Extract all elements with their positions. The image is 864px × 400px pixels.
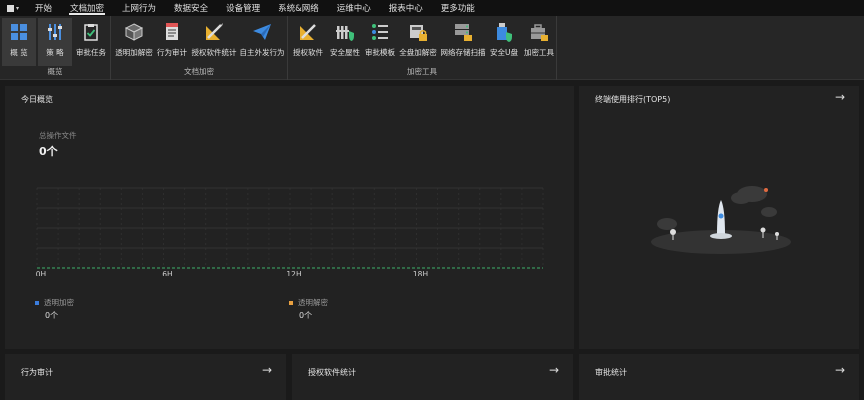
legend-transparent-decrypt: 透明解密: [289, 297, 328, 308]
menu-tab-more[interactable]: 更多功能: [432, 0, 484, 16]
total-files-value: 0个: [39, 145, 58, 158]
empty-state-illustration: [651, 186, 791, 254]
full-disk-encryption-label: 全盘加解密: [399, 48, 437, 57]
secure-usb-button[interactable]: 安全U盘: [487, 18, 521, 66]
terminal-usage-top5-card: 终端使用排行(TOP5) →: [579, 86, 859, 349]
fence-shield-icon: [334, 21, 356, 43]
legend-swatch-decrypt: [289, 300, 293, 305]
top5-title: 终端使用排行(TOP5): [595, 95, 671, 104]
arrow-right-icon[interactable]: →: [835, 363, 845, 377]
behavior-audit-card: 行为审计 →: [5, 354, 286, 400]
arrow-right-icon[interactable]: →: [262, 363, 272, 377]
arrow-right-icon[interactable]: →: [549, 363, 559, 377]
authorized-software-stats-button[interactable]: 授权软件统计: [190, 18, 238, 66]
menu-tab-ops-center[interactable]: 运维中心: [328, 0, 380, 16]
cube-icon: [123, 21, 145, 43]
authorized-software-stats-card: 授权软件统计 →: [292, 354, 573, 400]
menu-tab-start[interactable]: 开始: [26, 0, 61, 16]
policy-button[interactable]: 策 略: [38, 18, 72, 66]
paper-plane-icon: [251, 21, 273, 43]
menu-tab-doc-encryption[interactable]: 文档加密: [61, 0, 113, 16]
ruler-pencil-icon: [203, 21, 225, 43]
menu-bar: ▾ 开始 文档加密 上网行为 数据安全 设备管理 系统&网络 运维中心 报表中心…: [0, 0, 864, 16]
security-attribute-label: 安全屋性: [330, 48, 360, 57]
legend-value-decrypt: 0个: [299, 311, 313, 320]
toolbox-lock-icon: [528, 21, 550, 43]
x-tick-label: 6H: [162, 270, 172, 276]
grid-icon: [8, 21, 30, 43]
authorized-software-stats-card-title: 授权软件统计: [308, 368, 356, 377]
authorized-software-label: 授权软件: [293, 48, 323, 57]
list-check-icon: [369, 21, 391, 43]
clipboard-check-icon: [80, 21, 102, 43]
behavior-audit-button[interactable]: 行为审计: [156, 18, 188, 66]
encryption-tools-label: 加密工具: [524, 48, 554, 57]
app-logo-icon: [6, 4, 14, 12]
secure-usb-label: 安全U盘: [490, 48, 518, 57]
encryption-tools-button[interactable]: 加密工具: [522, 18, 556, 66]
overview-button[interactable]: 概 览: [2, 18, 36, 66]
menu-tab-system-network[interactable]: 系统&网络: [269, 0, 328, 16]
legend-label-decrypt: 透明解密: [298, 298, 328, 307]
policy-button-label: 策 略: [46, 48, 64, 57]
ribbon-group-doc-encryption: 透明加解密 行为审计 授权软件统计 自主外发行为 文档加密: [111, 16, 288, 80]
security-attribute-button[interactable]: 安全屋性: [327, 18, 363, 66]
app-menu-button[interactable]: ▾: [0, 0, 26, 16]
ribbon-group-overview-label: 概览: [47, 67, 63, 76]
authorized-software-stats-label: 授权软件统计: [191, 48, 237, 57]
x-tick-label: 18H: [413, 270, 428, 276]
legend-value-encrypt: 0个: [45, 311, 59, 320]
server-scan-icon: [452, 21, 474, 43]
ruler-pencil-icon: [297, 21, 319, 43]
legend-swatch-encrypt: [35, 300, 39, 305]
sliders-icon: [44, 21, 66, 43]
ribbon-group-encryption-tools: 授权软件 安全屋性 审批模板 全盘加解密 网络存储扫描 安全U盘 加密工具 加密…: [288, 16, 557, 80]
menu-tab-data-security[interactable]: 数据安全: [165, 0, 217, 16]
chevron-down-icon: ▾: [15, 4, 19, 12]
menu-tab-report-center[interactable]: 报表中心: [380, 0, 432, 16]
menu-tab-web-behavior[interactable]: 上网行为: [113, 0, 165, 16]
self-outbound-behavior-label: 自主外发行为: [239, 48, 285, 57]
x-tick-label: 12H: [286, 270, 301, 276]
usb-shield-icon: [493, 21, 515, 43]
disk-lock-icon: [407, 21, 429, 43]
x-tick-label: 0H: [36, 270, 46, 276]
approval-template-label: 审批模板: [365, 48, 395, 57]
transparent-encrypt-decrypt-button[interactable]: 透明加解密: [113, 18, 155, 66]
approval-stats-card: 审批统计 →: [579, 354, 859, 400]
total-files-label: 总操作文件: [39, 131, 77, 140]
legend-label-encrypt: 透明加密: [44, 298, 74, 307]
behavior-audit-label: 行为审计: [157, 48, 187, 57]
legend-transparent-encrypt: 透明加密: [35, 297, 74, 308]
today-overview-card: 今日概览 总操作文件 0个 0H 6H 12H 18H 透明加密 0个 透明解密 0个: [5, 86, 574, 349]
audit-document-icon: [161, 21, 183, 43]
today-overview-title: 今日概览: [21, 95, 53, 104]
overview-button-label: 概 览: [10, 48, 28, 57]
ribbon-group-overview: 概 览 策 略 审批任务 概览: [0, 16, 111, 80]
behavior-audit-card-title: 行为审计: [21, 368, 53, 377]
authorized-software-button[interactable]: 授权软件: [290, 18, 326, 66]
ribbon-group-encryption-tools-label: 加密工具: [407, 67, 437, 76]
network-storage-scan-label: 网络存储扫描: [440, 48, 486, 57]
network-storage-scan-button[interactable]: 网络存储扫描: [440, 18, 486, 66]
approval-stats-card-title: 审批统计: [595, 368, 627, 377]
self-outbound-behavior-button[interactable]: 自主外发行为: [239, 18, 285, 66]
ribbon-group-doc-encryption-label: 文档加密: [184, 67, 214, 76]
approval-template-button[interactable]: 审批模板: [364, 18, 396, 66]
transparent-encrypt-decrypt-label: 透明加解密: [115, 48, 153, 57]
approval-task-button[interactable]: 审批任务: [74, 18, 108, 66]
full-disk-encryption-button[interactable]: 全盘加解密: [397, 18, 439, 66]
ribbon-toolbar: 概 览 策 略 审批任务 概览 透明加解密 行为审计 授权软件统计 自主外发行为…: [0, 16, 864, 80]
arrow-right-icon[interactable]: →: [835, 90, 845, 104]
today-line-chart: 0H 6H 12H 18H: [36, 187, 544, 276]
menu-tab-device-management[interactable]: 设备管理: [217, 0, 269, 16]
approval-task-label: 审批任务: [76, 48, 106, 57]
